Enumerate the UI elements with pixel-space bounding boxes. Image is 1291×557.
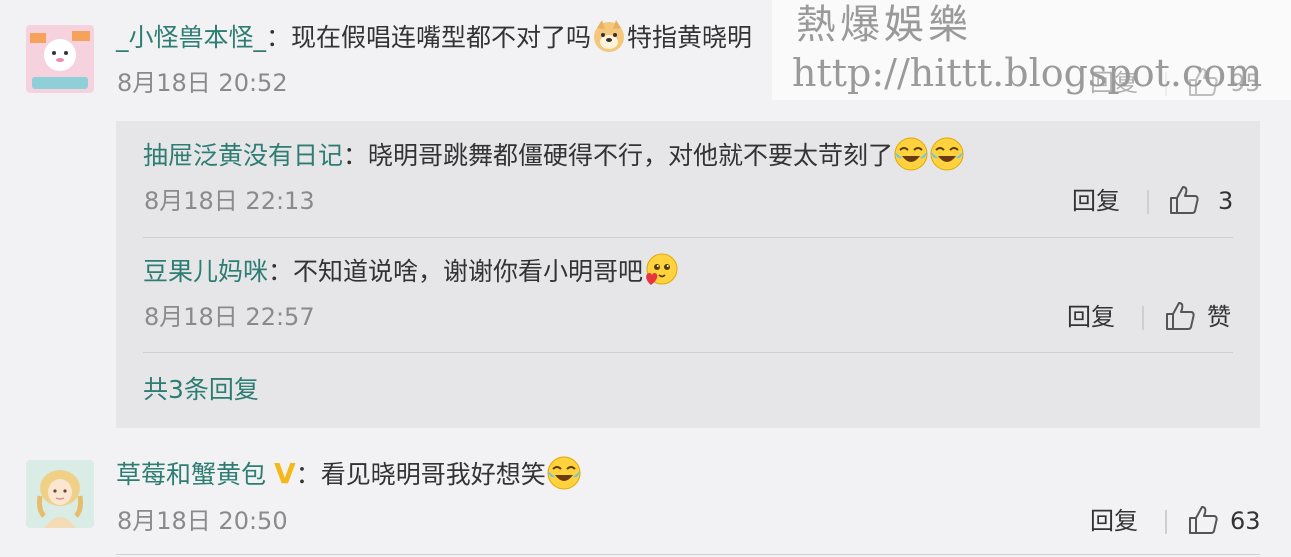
reply-divider: [143, 352, 1233, 353]
comment-time: 8月18日 20:50: [117, 507, 288, 535]
reply-button[interactable]: 回复: [1090, 505, 1138, 537]
comment-line: _小怪兽本怪_：现在假唱连嘴型都不对了吗 特指黄晓明: [116, 18, 752, 56]
like-label[interactable]: 赞: [1207, 301, 1231, 333]
comment-username[interactable]: _小怪兽本怪_: [116, 23, 266, 52]
user-avatar[interactable]: [26, 460, 94, 528]
reply-text: 不知道说啥，谢谢你看小明哥吧: [293, 257, 644, 286]
reply-username[interactable]: 豆果儿妈咪: [143, 257, 268, 286]
laugh-cry-icon: [546, 455, 582, 491]
reply-username[interactable]: 抽屉泛黄没有日记: [143, 141, 343, 170]
comment-text-continued: 特指黄晓明: [627, 23, 753, 52]
reply-line: 豆果儿妈咪：不知道说啥，谢谢你看小明哥吧: [143, 252, 679, 290]
reply-separator: ：: [268, 257, 294, 286]
comment-time: 8月18日 20:52: [117, 69, 288, 97]
comment-text: 现在假唱连嘴型都不对了吗: [291, 23, 592, 52]
laugh-cry-icon: [929, 136, 965, 172]
comment-separator: ：: [266, 23, 292, 52]
watermark-url: http://hittt.blogspot.com: [792, 51, 1263, 95]
like-count: 3: [1218, 187, 1234, 215]
comment-separator: ：: [295, 460, 321, 489]
like-thumb-icon[interactable]: [1168, 184, 1200, 216]
watermark-title: 熱爆娛樂: [796, 2, 972, 48]
like-count: 63: [1230, 507, 1261, 535]
laugh-cry-icon: [893, 136, 929, 172]
verified-badge-icon: V: [274, 457, 296, 490]
reply-separator: ：: [343, 141, 369, 170]
more-replies-link[interactable]: 共3条回复: [143, 372, 259, 408]
comment-line: 草莓和蟹黄包 V：看见晓明哥我好想笑: [116, 455, 582, 493]
comment-text: 看见晓明哥我好想笑: [320, 460, 546, 489]
heart-face-icon: [643, 252, 679, 288]
reply-text: 晓明哥跳舞都僵硬得不行，对他就不要太苛刻了: [368, 141, 894, 170]
reply-time: 8月18日 22:13: [144, 187, 315, 215]
action-divider: [1142, 306, 1144, 330]
doge-icon: [591, 18, 627, 54]
action-divider: [1165, 510, 1167, 534]
comment-divider: [116, 554, 1260, 555]
like-thumb-icon[interactable]: [1187, 504, 1219, 536]
reply-button[interactable]: 回复: [1067, 301, 1115, 333]
reply-time: 8月18日 22:57: [144, 303, 315, 331]
action-divider: [1147, 190, 1149, 214]
comment-username[interactable]: 草莓和蟹黄包: [116, 460, 266, 489]
like-thumb-icon[interactable]: [1164, 300, 1196, 332]
user-avatar[interactable]: [26, 25, 94, 93]
reply-line: 抽屉泛黄没有日记：晓明哥跳舞都僵硬得不行，对他就不要太苛刻了: [143, 136, 965, 174]
reply-button[interactable]: 回复: [1072, 185, 1120, 217]
reply-divider: [143, 237, 1233, 238]
